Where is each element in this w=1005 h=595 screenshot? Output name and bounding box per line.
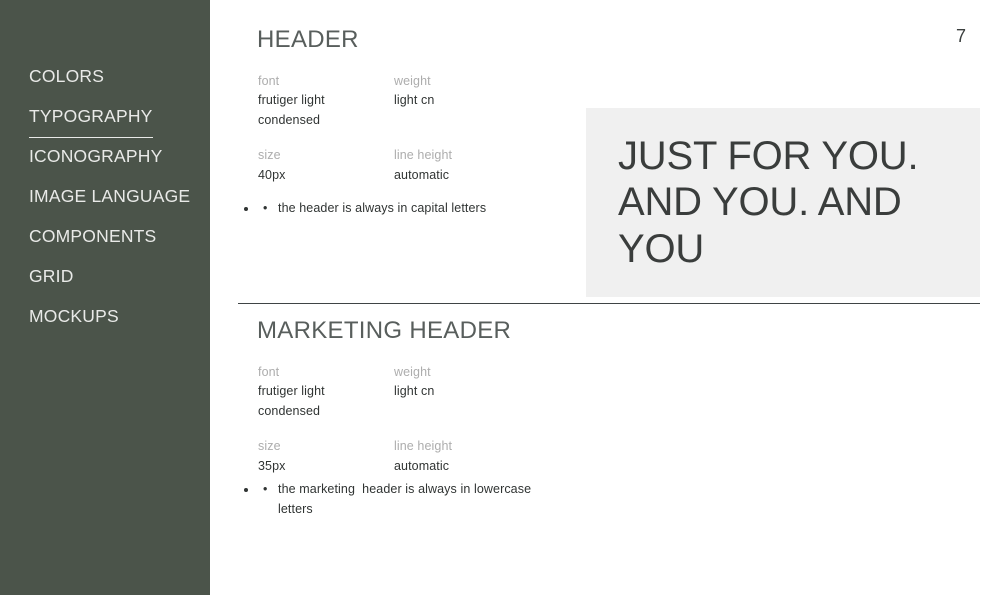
section-title: HEADER	[257, 27, 359, 54]
header-sample-box: JUST FOR YOU. AND YOU. AND YOU	[586, 108, 980, 297]
sidebar-item-label: TYPOGRAPHY	[29, 96, 153, 138]
sidebar-item-label: MOCKUPS	[29, 296, 119, 337]
spec-value: 35px	[258, 457, 394, 476]
section-divider	[238, 303, 980, 304]
sidebar-item-mockups[interactable]: MOCKUPS	[0, 296, 210, 336]
spec-value: frutiger light condensed	[258, 382, 394, 421]
sidebar-item-image-language[interactable]: IMAGE LANGUAGE	[0, 176, 210, 216]
sidebar-item-label: IMAGE LANGUAGE	[29, 176, 190, 217]
spec-cell-weight: weight light cn	[394, 363, 530, 421]
marketing-bullet-list: the marketing header is always in lowerc…	[258, 480, 548, 520]
spec-label: font	[258, 363, 394, 382]
sidebar-item-colors[interactable]: COLORS	[0, 56, 210, 96]
spec-cell-line-height: line height automatic	[394, 437, 530, 476]
spec-row: size 35px line height automatic	[258, 437, 558, 476]
section-title: MARKETING HEADER	[257, 318, 511, 345]
spec-label: line height	[394, 437, 530, 456]
spec-cell-weight: weight light cn	[394, 72, 530, 130]
spec-row: size 40px line height automatic	[258, 146, 558, 185]
spec-row: font frutiger light condensed weight lig…	[258, 72, 558, 130]
spec-label: size	[258, 146, 394, 165]
page-number: 7	[956, 27, 966, 45]
sidebar-item-iconography[interactable]: ICONOGRAPHY	[0, 136, 210, 176]
sidebar-item-grid[interactable]: GRID	[0, 256, 210, 296]
spec-value: frutiger light condensed	[258, 91, 394, 130]
sidebar-item-label: ICONOGRAPHY	[29, 136, 162, 177]
spec-label: font	[258, 72, 394, 91]
list-item: the header is always in capital letters	[258, 199, 548, 219]
spec-label: weight	[394, 72, 530, 91]
sidebar-item-label: COLORS	[29, 56, 104, 97]
spec-value: automatic	[394, 166, 530, 185]
spec-cell-size: size 40px	[258, 146, 394, 185]
spec-value: 40px	[258, 166, 394, 185]
header-sample-text: JUST FOR YOU. AND YOU. AND YOU	[618, 133, 948, 272]
spec-cell-line-height: line height automatic	[394, 146, 530, 185]
spec-value: automatic	[394, 457, 530, 476]
spec-label: size	[258, 437, 394, 456]
spec-label: weight	[394, 363, 530, 382]
marketing-spec-table: font frutiger light condensed weight lig…	[258, 363, 558, 492]
slide-page: COLORS TYPOGRAPHY ICONOGRAPHY IMAGE LANG…	[0, 0, 1005, 595]
header-spec-table: font frutiger light condensed weight lig…	[258, 72, 558, 201]
spec-row: font frutiger light condensed weight lig…	[258, 363, 558, 421]
spec-value: light cn	[394, 91, 530, 110]
spec-value: light cn	[394, 382, 530, 401]
spec-label: line height	[394, 146, 530, 165]
header-bullet-list: the header is always in capital letters	[258, 199, 548, 219]
sidebar-item-label: COMPONENTS	[29, 216, 156, 257]
sidebar-item-components[interactable]: COMPONENTS	[0, 216, 210, 256]
spec-cell-font: font frutiger light condensed	[258, 363, 394, 421]
spec-cell-size: size 35px	[258, 437, 394, 476]
sidebar-item-list: COLORS TYPOGRAPHY ICONOGRAPHY IMAGE LANG…	[0, 56, 210, 336]
sidebar-item-label: GRID	[29, 256, 74, 297]
sidebar-item-typography[interactable]: TYPOGRAPHY	[0, 96, 210, 136]
spec-cell-font: font frutiger light condensed	[258, 72, 394, 130]
main-content: 7 HEADER font frutiger light condensed w…	[210, 0, 1005, 595]
sidebar-navigation: COLORS TYPOGRAPHY ICONOGRAPHY IMAGE LANG…	[0, 0, 210, 595]
list-item: the marketing header is always in lowerc…	[258, 480, 548, 520]
